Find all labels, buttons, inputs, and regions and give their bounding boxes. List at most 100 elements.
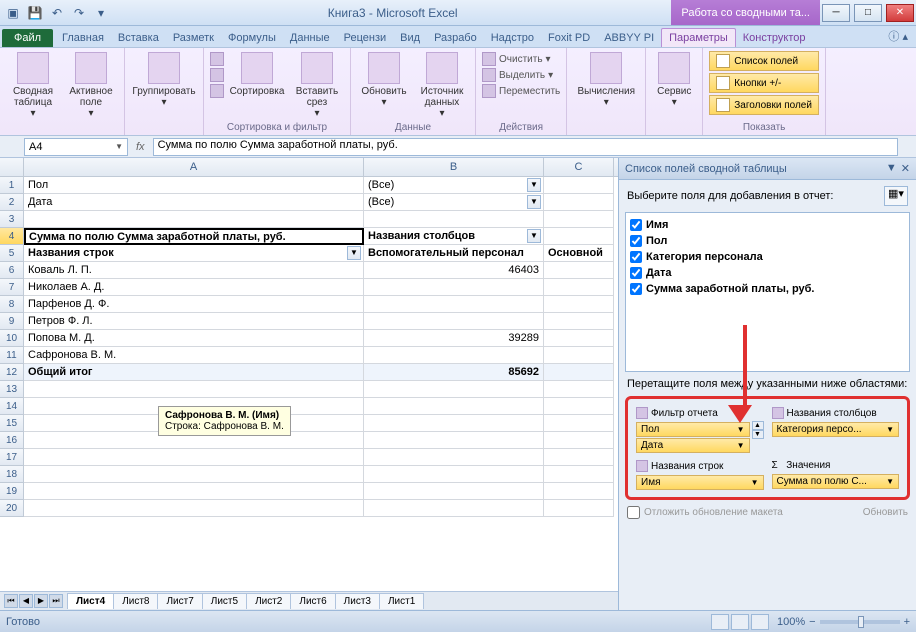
cell[interactable] [364, 381, 544, 398]
grid-row[interactable]: 6Коваль Л. П.46403 [0, 262, 618, 279]
active-field-button[interactable]: Активное поле ▾ [64, 50, 118, 121]
row-header[interactable]: 12 [0, 364, 24, 381]
grid-row[interactable]: 3 [0, 211, 618, 228]
tab-abbyy[interactable]: ABBYY PI [597, 29, 661, 47]
filter-dropdown-icon[interactable]: ▼ [527, 178, 541, 192]
row-header[interactable]: 16 [0, 432, 24, 449]
row-header[interactable]: 8 [0, 296, 24, 313]
row-header[interactable]: 3 [0, 211, 24, 228]
cell[interactable]: Сафронова В. М. [24, 347, 364, 364]
group-button[interactable]: Группировать ▾ [131, 50, 197, 110]
field-checkbox[interactable] [630, 235, 642, 247]
sheet-nav-last[interactable]: ⏭ [49, 594, 63, 608]
cell[interactable] [364, 449, 544, 466]
cell[interactable] [364, 500, 544, 517]
tab-review[interactable]: Рецензи [337, 29, 394, 47]
grid-row[interactable]: 20 [0, 500, 618, 517]
row-header[interactable]: 7 [0, 279, 24, 296]
sheet-tab[interactable]: Лист1 [379, 593, 424, 609]
cell[interactable] [544, 449, 614, 466]
cell[interactable] [364, 432, 544, 449]
page-layout-view-button[interactable] [731, 614, 749, 630]
sheet-tab[interactable]: Лист8 [113, 593, 158, 609]
name-box[interactable]: A4▼ [24, 138, 128, 156]
cell[interactable]: Пол [24, 177, 364, 194]
row-header[interactable]: 13 [0, 381, 24, 398]
spin-down-icon[interactable]: ▼ [752, 430, 764, 439]
defer-update-checkbox[interactable] [627, 506, 640, 519]
row-header[interactable]: 9 [0, 313, 24, 330]
cell[interactable] [24, 211, 364, 228]
pane-close-icon[interactable]: ✕ [901, 162, 910, 175]
grid-row[interactable]: 14 [0, 398, 618, 415]
col-header-b[interactable]: B [364, 158, 544, 176]
zoom-slider[interactable] [820, 620, 900, 624]
undo-icon[interactable]: ↶ [48, 4, 66, 22]
cell[interactable]: Общий итог [24, 364, 364, 381]
filter-dropdown-icon[interactable]: ▼ [527, 229, 541, 243]
cell[interactable] [24, 466, 364, 483]
cell[interactable]: Николаев А. Д. [24, 279, 364, 296]
field-checkbox-item[interactable]: Сумма заработной платы, руб. [630, 281, 905, 297]
cell[interactable]: Сумма по полю Сумма заработной платы, ру… [24, 228, 364, 245]
normal-view-button[interactable] [711, 614, 729, 630]
tools-button[interactable]: Сервис ▾ [652, 50, 696, 110]
cell[interactable]: Дата [24, 194, 364, 211]
cell[interactable]: Попова М. Д. [24, 330, 364, 347]
zoom-in-button[interactable]: + [904, 616, 910, 628]
row-item[interactable]: Имя▼ [636, 475, 764, 490]
cell[interactable] [544, 228, 614, 245]
update-button[interactable]: Обновить [863, 507, 908, 518]
cell[interactable] [364, 347, 544, 364]
filter-dropdown-icon[interactable]: ▼ [527, 195, 541, 209]
file-tab[interactable]: Файл [2, 29, 53, 47]
ribbon-help-icon[interactable]: ⓘ ▴ [880, 25, 916, 47]
headers-toggle[interactable]: Заголовки полей [709, 95, 819, 115]
sort-asc-button[interactable] [210, 52, 224, 66]
grid-row[interactable]: 11Сафронова В. М. [0, 347, 618, 364]
cell[interactable] [544, 381, 614, 398]
cell[interactable] [544, 500, 614, 517]
data-source-button[interactable]: Источник данных ▾ [415, 50, 469, 121]
cell[interactable] [544, 364, 614, 381]
grid-row[interactable]: 7Николаев А. Д. [0, 279, 618, 296]
sort-button[interactable]: Сортировка [228, 50, 286, 99]
cell[interactable] [24, 483, 364, 500]
cell[interactable]: (Все)▼ [364, 194, 544, 211]
row-header[interactable]: 2 [0, 194, 24, 211]
tab-view[interactable]: Вид [393, 29, 427, 47]
tab-addins[interactable]: Надстро [484, 29, 541, 47]
field-checkbox-item[interactable]: Пол [630, 233, 905, 249]
maximize-button[interactable]: □ [854, 4, 882, 22]
cell[interactable] [364, 211, 544, 228]
cell[interactable]: Названия строк▼ [24, 245, 364, 262]
layout-options-button[interactable]: ▦▾ [884, 186, 908, 206]
tab-foxit[interactable]: Foxit PD [541, 29, 597, 47]
sheet-tab[interactable]: Лист3 [335, 593, 380, 609]
cell[interactable] [364, 483, 544, 500]
filter-item-data[interactable]: Дата▼ [636, 438, 750, 453]
grid-row[interactable]: 17 [0, 449, 618, 466]
row-header[interactable]: 17 [0, 449, 24, 466]
tab-formulas[interactable]: Формулы [221, 29, 283, 47]
qat-dropdown-icon[interactable]: ▾ [92, 4, 110, 22]
grid-row[interactable]: 4Сумма по полю Сумма заработной платы, р… [0, 228, 618, 245]
sheet-nav-prev[interactable]: ◀ [19, 594, 33, 608]
grid-row[interactable]: 9Петров Ф. Л. [0, 313, 618, 330]
cell[interactable]: Вспомогательный персонал [364, 245, 544, 262]
redo-icon[interactable]: ↷ [70, 4, 88, 22]
sheet-nav-first[interactable]: ⏮ [4, 594, 18, 608]
cell[interactable] [364, 398, 544, 415]
row-header[interactable]: 10 [0, 330, 24, 347]
column-item[interactable]: Категория персо...▼ [772, 422, 900, 437]
cell[interactable] [364, 296, 544, 313]
refresh-button[interactable]: Обновить ▾ [357, 50, 411, 110]
cell[interactable]: Коваль Л. П. [24, 262, 364, 279]
field-checkbox-item[interactable]: Имя [630, 217, 905, 233]
row-header[interactable]: 20 [0, 500, 24, 517]
cell[interactable]: (Все)▼ [364, 177, 544, 194]
save-icon[interactable]: 💾 [26, 4, 44, 22]
grid-row[interactable]: 1Пол(Все)▼ [0, 177, 618, 194]
row-header[interactable]: 11 [0, 347, 24, 364]
field-checkbox[interactable] [630, 267, 642, 279]
